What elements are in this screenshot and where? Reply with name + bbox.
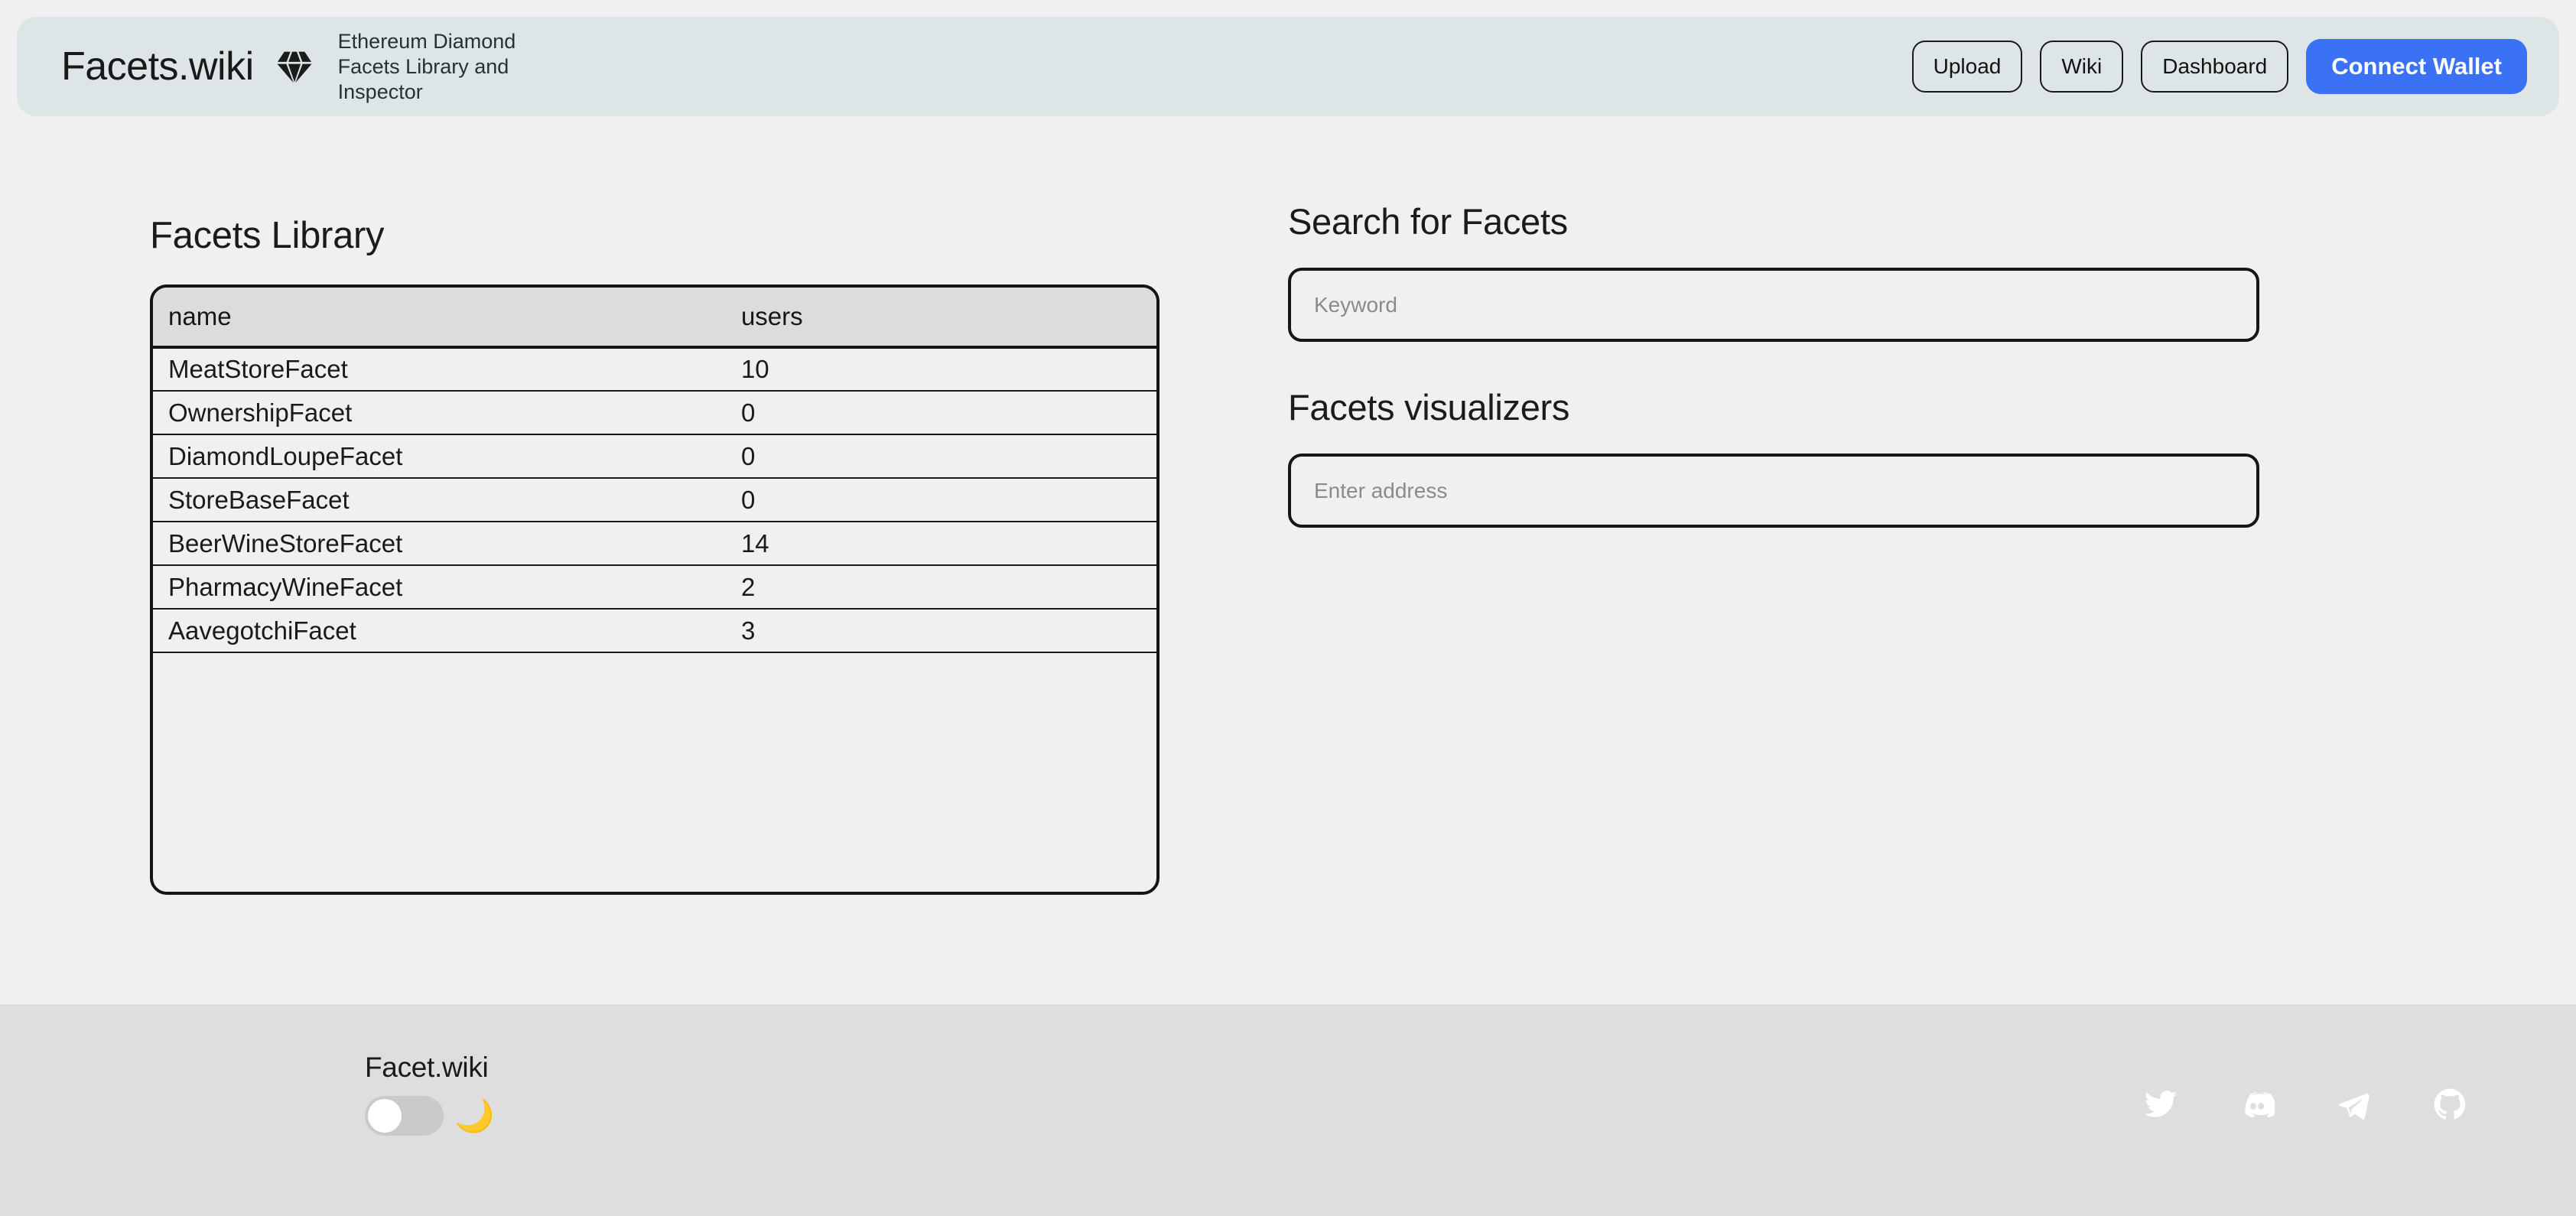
app-footer: Facet.wiki 🌙 bbox=[0, 1004, 2576, 1216]
brand-title: Facets.wiki bbox=[61, 44, 254, 89]
twitter-icon[interactable] bbox=[2143, 1087, 2178, 1122]
cell-facet-name: PharmacyWineFacet bbox=[153, 565, 735, 609]
facets-visualizers-title: Facets visualizers bbox=[1288, 386, 2259, 428]
cell-facet-users: 2 bbox=[735, 565, 1156, 609]
footer-brand: Facet.wiki bbox=[365, 1052, 494, 1084]
table-row[interactable]: StoreBaseFacet 0 bbox=[153, 478, 1156, 522]
column-header-users[interactable]: users bbox=[735, 288, 1156, 347]
column-header-name[interactable]: name bbox=[153, 288, 735, 347]
cell-facet-name: OwnershipFacet bbox=[153, 391, 735, 434]
address-input[interactable] bbox=[1291, 457, 2256, 525]
brand[interactable]: Facets.wiki Ethereum Diamond Facets Libr… bbox=[61, 29, 568, 105]
brand-subtitle: Ethereum Diamond Facets Library and Insp… bbox=[338, 29, 568, 105]
nav-upload-button[interactable]: Upload bbox=[1912, 41, 2023, 93]
table-row[interactable]: BeerWineStoreFacet 14 bbox=[153, 522, 1156, 565]
nav-wiki-button[interactable]: Wiki bbox=[2040, 41, 2123, 93]
app-root: Facets.wiki Ethereum Diamond Facets Libr… bbox=[0, 0, 2576, 1216]
facets-library-title: Facets Library bbox=[150, 214, 1236, 257]
cell-facet-users: 0 bbox=[735, 478, 1156, 522]
table-body: MeatStoreFacet 10 OwnershipFacet 0 Diamo… bbox=[153, 347, 1156, 652]
facets-library-panel: Facets Library name users MeatStoreFacet… bbox=[150, 214, 1236, 895]
theme-toggle-row: 🌙 bbox=[365, 1096, 494, 1136]
visualizer-address-field[interactable] bbox=[1288, 454, 2259, 528]
social-links bbox=[2143, 1087, 2467, 1122]
discord-icon[interactable] bbox=[2239, 1087, 2275, 1122]
right-panel: Search for Facets Facets visualizers bbox=[1288, 200, 2259, 528]
cell-facet-users: 3 bbox=[735, 609, 1156, 652]
search-input[interactable] bbox=[1291, 271, 2256, 339]
search-facets-field[interactable] bbox=[1288, 268, 2259, 342]
table-header-row: name users bbox=[153, 288, 1156, 347]
search-facets-title: Search for Facets bbox=[1288, 200, 2259, 242]
github-icon[interactable] bbox=[2432, 1087, 2467, 1122]
cell-facet-users: 0 bbox=[735, 391, 1156, 434]
dark-mode-toggle[interactable] bbox=[365, 1096, 444, 1136]
connect-wallet-button[interactable]: Connect Wallet bbox=[2306, 39, 2527, 94]
cell-facet-name: MeatStoreFacet bbox=[153, 347, 735, 391]
table-row[interactable]: OwnershipFacet 0 bbox=[153, 391, 1156, 434]
table-row[interactable]: MeatStoreFacet 10 bbox=[153, 347, 1156, 391]
cell-facet-name: StoreBaseFacet bbox=[153, 478, 735, 522]
cell-facet-name: BeerWineStoreFacet bbox=[153, 522, 735, 565]
facets-library-table: name users MeatStoreFacet 10 OwnershipFa… bbox=[150, 284, 1160, 895]
app-header: Facets.wiki Ethereum Diamond Facets Libr… bbox=[17, 17, 2559, 116]
spacer bbox=[1288, 342, 2259, 386]
cell-facet-name: AavegotchiFacet bbox=[153, 609, 735, 652]
telegram-icon[interactable] bbox=[2336, 1087, 2371, 1122]
toggle-knob bbox=[368, 1099, 402, 1133]
main-content: Facets Library name users MeatStoreFacet… bbox=[0, 116, 2576, 1004]
table-row[interactable]: AavegotchiFacet 3 bbox=[153, 609, 1156, 652]
cell-facet-users: 0 bbox=[735, 434, 1156, 478]
cell-facet-users: 14 bbox=[735, 522, 1156, 565]
moon-icon: 🌙 bbox=[454, 1100, 494, 1132]
table-row[interactable]: DiamondLoupeFacet 0 bbox=[153, 434, 1156, 478]
footer-left: Facet.wiki 🌙 bbox=[365, 1052, 494, 1136]
cell-facet-users: 10 bbox=[735, 347, 1156, 391]
nav-dashboard-button[interactable]: Dashboard bbox=[2141, 41, 2288, 93]
diamond-icon bbox=[274, 46, 315, 87]
cell-facet-name: DiamondLoupeFacet bbox=[153, 434, 735, 478]
table-row[interactable]: PharmacyWineFacet 2 bbox=[153, 565, 1156, 609]
header-nav: Upload Wiki Dashboard Connect Wallet bbox=[1912, 39, 2527, 94]
